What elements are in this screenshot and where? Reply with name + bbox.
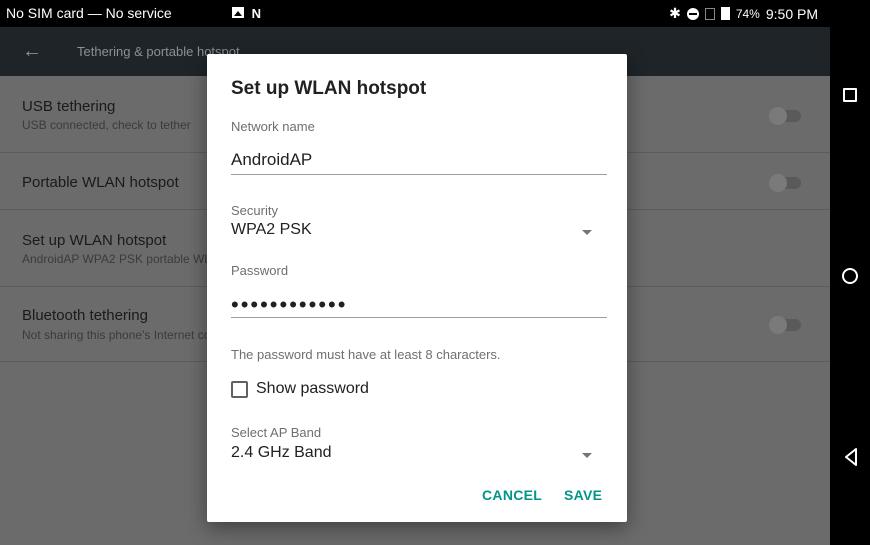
show-password-label[interactable]: Show password bbox=[256, 380, 369, 398]
bluetooth-icon: ✱ bbox=[669, 5, 681, 21]
security-chevron-down-icon[interactable] bbox=[582, 230, 592, 235]
show-password-checkbox[interactable] bbox=[231, 380, 248, 398]
row-title: Portable WLAN hotspot bbox=[22, 174, 179, 191]
back-arrow-icon[interactable]: ← bbox=[22, 40, 42, 63]
no-sim-icon bbox=[704, 7, 715, 20]
ap-band-chevron-down-icon[interactable] bbox=[582, 453, 592, 458]
usb-tethering-toggle[interactable] bbox=[769, 107, 801, 125]
password-input[interactable]: •••••••••••• bbox=[231, 294, 347, 316]
status-bar: No SIM card — No service N ✱ 74% 9:50 PM bbox=[0, 0, 830, 27]
do-not-disturb-icon bbox=[686, 7, 699, 20]
show-password-row[interactable]: Show password bbox=[231, 380, 369, 398]
back-button-icon[interactable] bbox=[844, 448, 858, 466]
dialog-title: Set up WLAN hotspot bbox=[231, 78, 427, 99]
ap-band-dropdown[interactable]: 2.4 GHz Band bbox=[231, 444, 332, 462]
network-name-label: Network name bbox=[231, 119, 315, 134]
network-name-underline bbox=[231, 174, 607, 175]
save-button[interactable]: SAVE bbox=[564, 487, 602, 503]
nfc-notification-icon: N bbox=[251, 6, 262, 21]
security-dropdown[interactable]: WPA2 PSK bbox=[231, 221, 312, 239]
security-label: Security bbox=[231, 203, 278, 218]
row-title: USB tethering bbox=[22, 98, 116, 115]
image-notification-icon bbox=[232, 7, 244, 18]
password-underline bbox=[231, 317, 607, 318]
network-name-input[interactable]: AndroidAP bbox=[231, 150, 312, 170]
row-title: Set up WLAN hotspot bbox=[22, 232, 167, 249]
password-hint: The password must have at least 8 charac… bbox=[231, 347, 501, 362]
clock: 9:50 PM bbox=[765, 5, 818, 22]
notification-icons: N bbox=[232, 6, 261, 21]
password-label: Password bbox=[231, 263, 289, 278]
battery-icon bbox=[720, 7, 730, 20]
portable-hotspot-toggle[interactable] bbox=[769, 174, 801, 192]
row-subtitle: USB connected, check to tether bbox=[22, 118, 191, 132]
row-title: Bluetooth tethering bbox=[22, 307, 148, 324]
system-icons: ✱ 74% 9:50 PM bbox=[669, 5, 818, 22]
home-button-icon[interactable] bbox=[842, 268, 858, 284]
navigation-bar bbox=[830, 0, 870, 545]
ap-band-label: Select AP Band bbox=[231, 425, 322, 440]
recents-button-icon[interactable] bbox=[843, 88, 857, 102]
carrier-status: No SIM card — No service bbox=[6, 5, 172, 21]
battery-percent: 74% bbox=[735, 6, 760, 21]
cancel-button[interactable]: CANCEL bbox=[482, 487, 542, 503]
bluetooth-tethering-toggle[interactable] bbox=[769, 316, 801, 334]
wlan-hotspot-dialog: Set up WLAN hotspot Network name Android… bbox=[207, 54, 627, 522]
